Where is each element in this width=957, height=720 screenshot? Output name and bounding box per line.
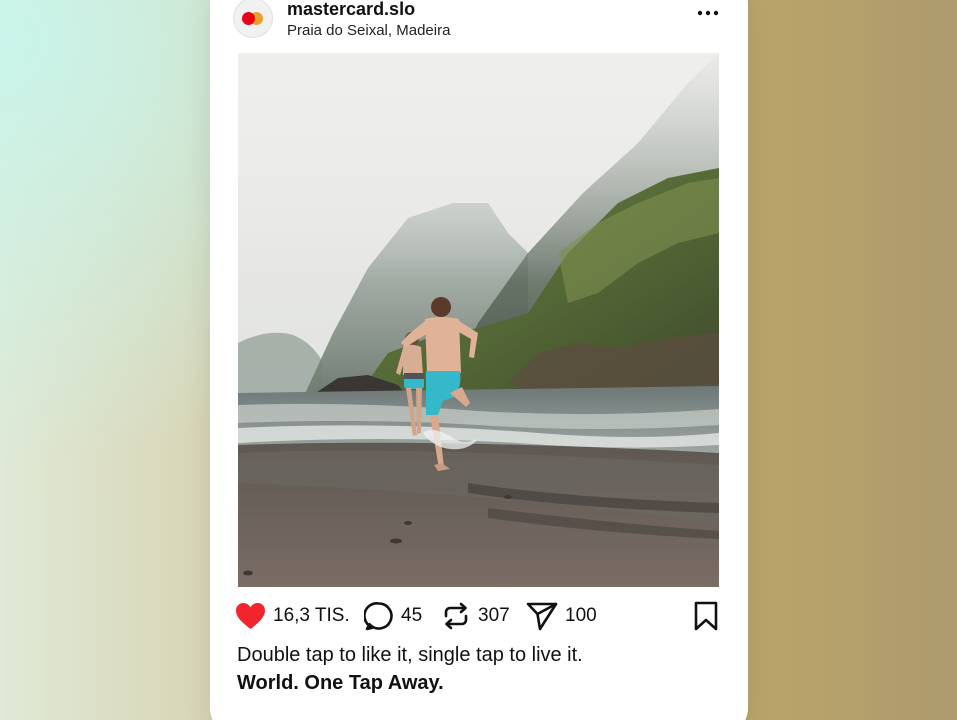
mastercard-logo-orange-circle (250, 12, 263, 25)
post-photo[interactable] (238, 53, 719, 587)
post-tagline: World. One Tap Away. (237, 672, 444, 694)
more-horizontal-icon (697, 10, 719, 16)
comment-icon (364, 602, 393, 631)
shares-count: 100 (565, 605, 597, 626)
more-options-button[interactable] (696, 6, 720, 20)
repost-icon (444, 602, 468, 630)
likes-count: 16,3 TIS. (273, 605, 350, 626)
post-username[interactable]: mastercard.slo (287, 0, 415, 20)
comment-button[interactable]: 45 (364, 600, 422, 632)
bookmark-icon (694, 601, 718, 631)
comments-count: 45 (401, 605, 423, 626)
post-location[interactable]: Praia do Seixal, Madeira (287, 22, 450, 39)
avatar[interactable] (233, 0, 273, 38)
heart-icon (236, 603, 265, 629)
post-actions-bar: 16,3 TIS. 45 307 100 (235, 600, 725, 632)
repost-button[interactable]: 307 (441, 600, 510, 632)
post-card: mastercard.slo Praia do Seixal, Madeira (210, 0, 748, 720)
share-button[interactable]: 100 (526, 600, 597, 632)
reposts-count: 307 (478, 605, 510, 626)
save-button[interactable] (693, 600, 719, 632)
send-icon (526, 602, 558, 631)
background: mastercard.slo Praia do Seixal, Madeira (0, 0, 957, 720)
like-button[interactable]: 16,3 TIS. (235, 600, 350, 632)
post-caption: Double tap to like it, single tap to liv… (237, 644, 583, 666)
